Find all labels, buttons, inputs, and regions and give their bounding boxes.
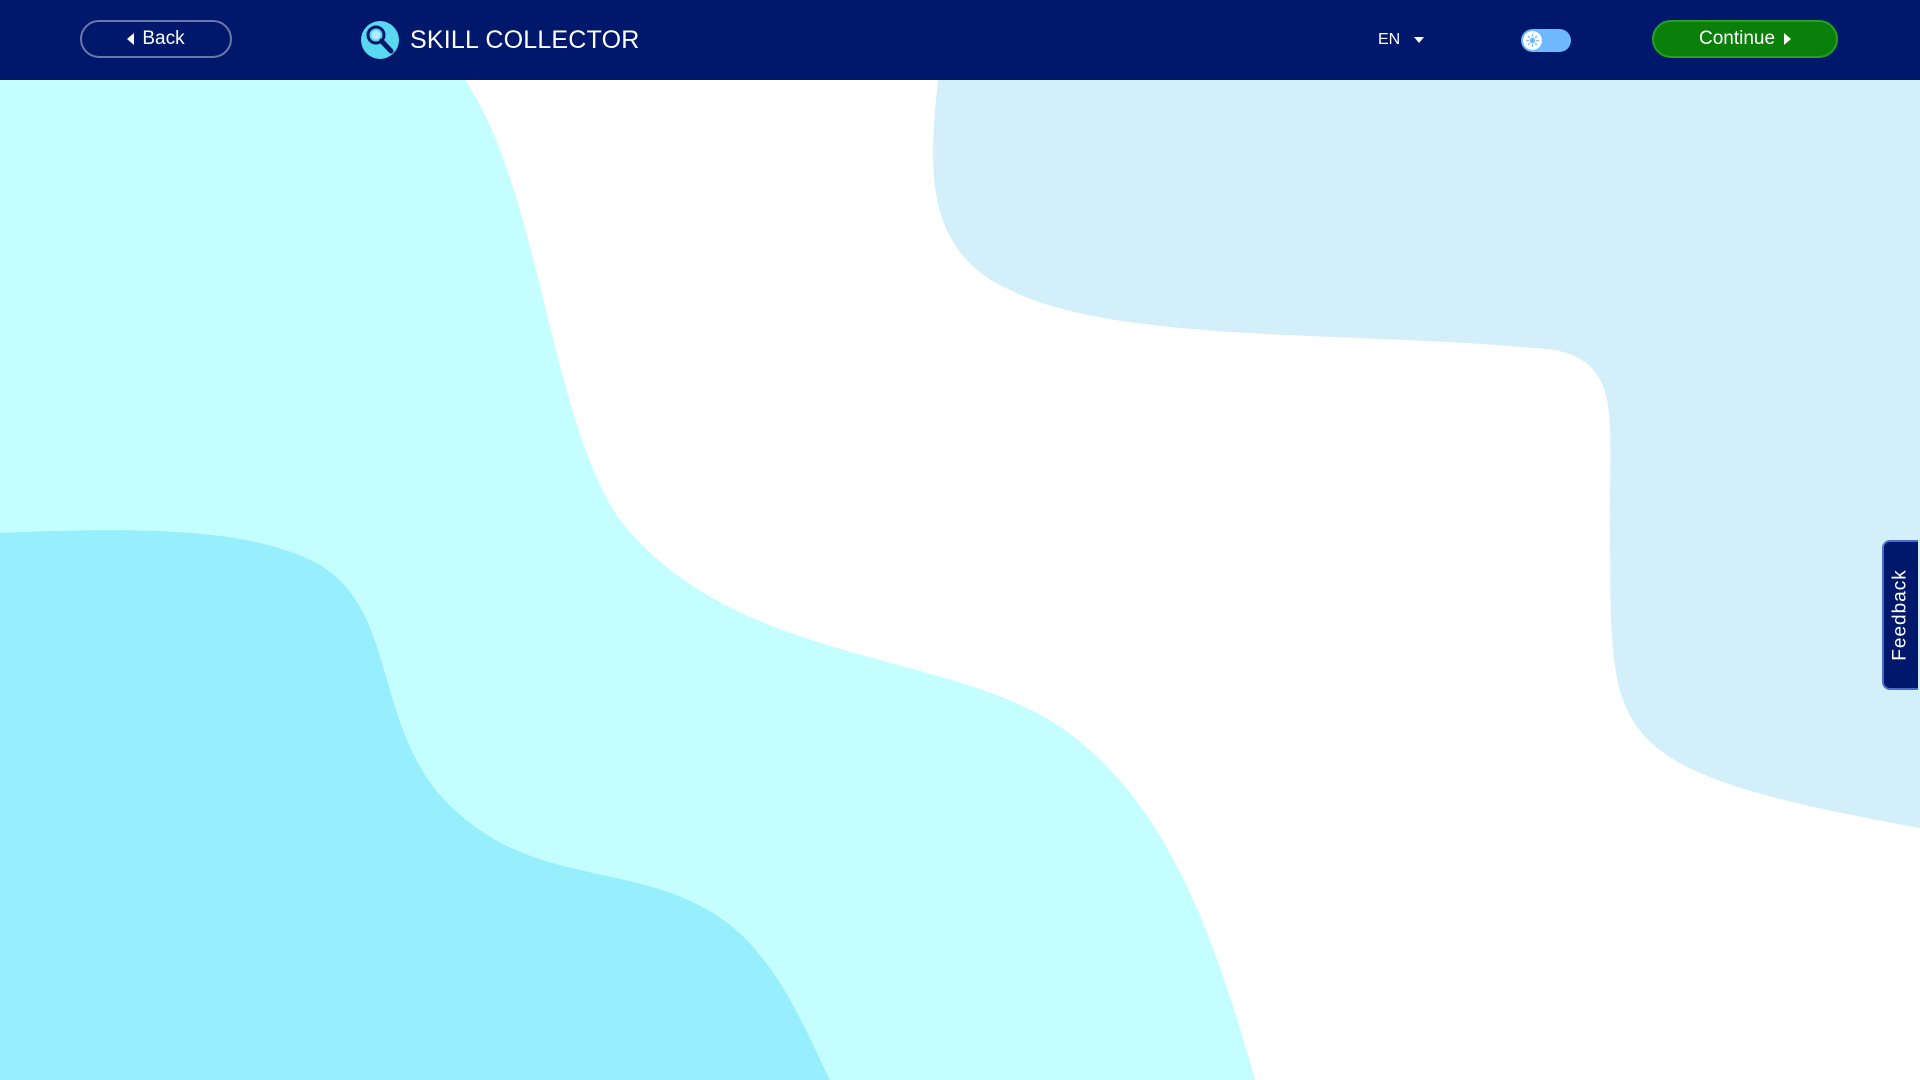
theme-toggle[interactable] [1521,29,1571,52]
app-logo[interactable]: SKILL COLLECTOR [360,20,639,60]
language-value: EN [1378,31,1401,48]
page: Back SKILL COLLECTOR EN Continue Feedbac… [0,0,1920,1080]
sun-icon [1526,34,1539,47]
top-navigation-bar: Back SKILL COLLECTOR EN Continue [0,0,1920,80]
wave-pale-blue-right [933,80,1920,828]
magnifier-logo-icon [361,21,399,59]
back-button[interactable]: Back [80,20,232,58]
feedback-label: Feedback [1890,569,1912,661]
feedback-tab[interactable]: Feedback [1882,540,1918,690]
continue-button-label: Continue [1698,28,1776,49]
language-select[interactable]: EN [1378,28,1425,52]
background-waves [0,80,1920,1080]
continue-button[interactable]: Continue [1652,20,1838,58]
toggle-knob [1523,31,1542,50]
back-button-label: Back [142,28,185,49]
chevron-down-icon [1414,37,1425,43]
app-title: SKILL COLLECTOR [410,25,640,54]
caret-right-icon [1784,33,1792,45]
caret-left-icon [127,33,135,45]
